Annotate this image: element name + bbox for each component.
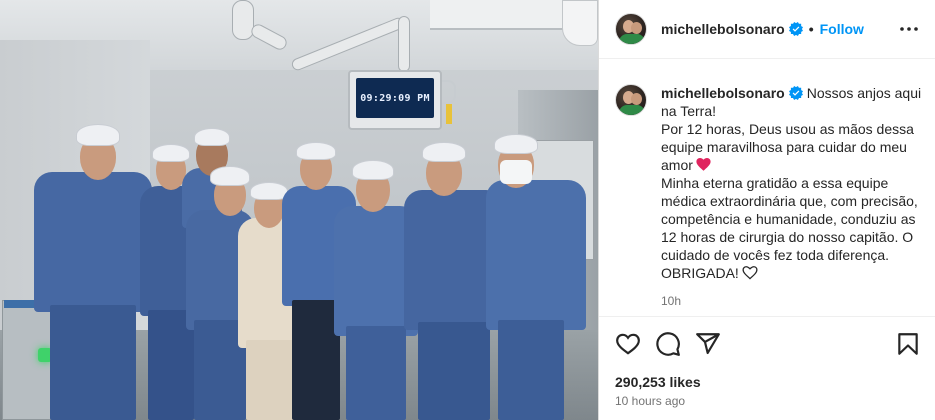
surgical-cap (494, 134, 538, 154)
avatar-shirt (619, 34, 645, 44)
team-member-pants (346, 326, 406, 420)
caption-username[interactable]: michellebolsonaro (661, 85, 785, 101)
team-member-pants (50, 305, 136, 420)
verified-badge-icon (788, 86, 803, 100)
team-member-pants (418, 322, 490, 420)
post-actions: 290,253 likes 10 hours ago (599, 316, 935, 420)
surgical-cap (352, 160, 394, 180)
avatar-face (631, 93, 642, 105)
caption-text-line: amor (661, 157, 693, 173)
caption-line: Minha eterna gratidão a essa equipe (661, 175, 889, 191)
team-member-pants (498, 320, 564, 420)
monitor-screen: 09:29:09 PM (356, 78, 434, 118)
caption-line: cuidado de vocês fez toda diferença. (661, 247, 890, 263)
caption-line: OBRIGADA! (661, 264, 931, 282)
caption-avatar[interactable] (615, 84, 647, 116)
surgical-mask (500, 160, 532, 184)
monitor-arm (398, 16, 410, 72)
caption-text-line: OBRIGADA! (661, 265, 739, 281)
caption-timestamp[interactable]: 10h (661, 292, 931, 310)
instagram-post: 09:29:09 PM michellebolsonaro • Follow m… (0, 0, 935, 420)
monitor-handle (442, 80, 456, 104)
header-username[interactable]: michellebolsonaro (661, 21, 785, 37)
caption-text: michellebolsonaro Nossos anjos aqui na Te… (661, 84, 931, 310)
team-member-scrubs (34, 172, 152, 312)
caption-line: Por 12 horas, Deus usou as mãos dessa (661, 121, 914, 137)
header-separator: • (808, 21, 814, 37)
avatar-face (631, 22, 642, 34)
more-horizontal-icon (900, 27, 918, 31)
caption-line: amor (661, 156, 931, 174)
red-heart-emoji-icon (696, 158, 711, 171)
more-options-icon[interactable] (897, 17, 921, 41)
follow-button[interactable]: Follow (820, 21, 864, 37)
surgical-lamp (562, 0, 598, 46)
action-icons (615, 331, 921, 357)
post-time-ago[interactable]: 10 hours ago (615, 394, 685, 408)
post-caption: michellebolsonaro Nossos anjos aqui na Te… (615, 84, 931, 310)
avatar-shirt (619, 105, 645, 115)
surgical-cap (210, 166, 250, 186)
surgical-cap (76, 124, 120, 146)
caption-line: médica extraordinária que, com precisão, (661, 193, 918, 209)
wall-monitor: 09:29:09 PM (348, 70, 442, 130)
monitor-clock: 09:29:09 PM (360, 92, 430, 104)
comment-icon[interactable] (655, 331, 681, 357)
post-photo[interactable]: 09:29:09 PM (0, 0, 598, 420)
caption-line: equipe maravilhosa para cuidar do meu (661, 139, 907, 155)
white-heart-emoji-icon (742, 266, 758, 280)
team-member-scrubs (486, 180, 586, 330)
verified-badge-icon (788, 22, 803, 36)
surgical-cap (194, 128, 230, 146)
surgical-cap (422, 142, 466, 162)
post-sidebar: michellebolsonaro • Follow michellebolso… (598, 0, 935, 420)
post-header: michellebolsonaro • Follow (599, 0, 935, 59)
caption-line: competência e humanidade, conduziu as (661, 211, 916, 227)
caption-line: 12 horas de cirurgia do nosso capitão. O (661, 229, 914, 245)
save-bookmark-icon[interactable] (895, 331, 921, 357)
yellow-handle (446, 104, 452, 124)
caption-line: michellebolsonaro Nossos anjos aqui (661, 84, 931, 102)
surgical-cap (296, 142, 336, 160)
surgical-cap (152, 144, 190, 162)
team-member-pants (292, 300, 340, 420)
caption-line: na Terra! (661, 103, 716, 119)
like-heart-icon[interactable] (615, 331, 641, 357)
likes-count[interactable]: 290,253 likes (615, 374, 701, 390)
avatar[interactable] (615, 13, 647, 45)
caption-text-line: Nossos anjos aqui (806, 85, 922, 101)
share-icon[interactable] (695, 331, 721, 357)
